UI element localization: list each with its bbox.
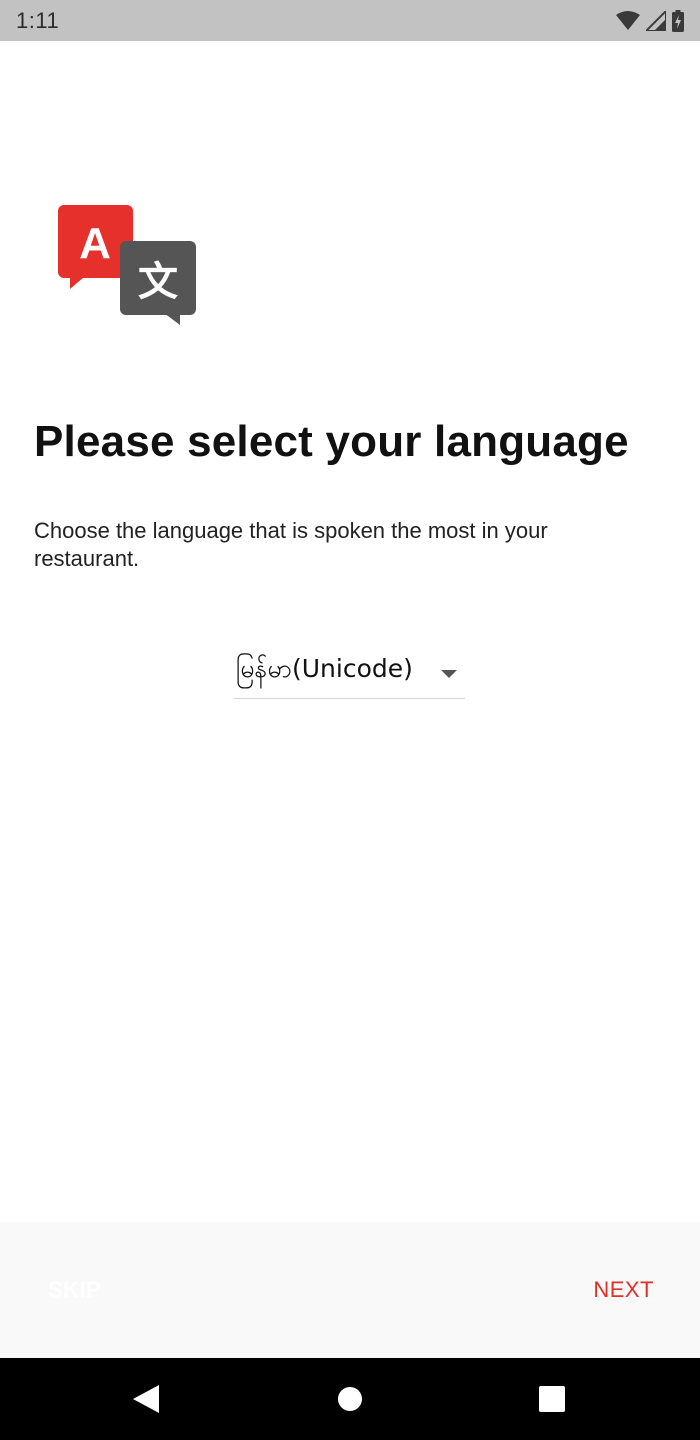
battery-icon <box>672 9 684 32</box>
wifi-icon <box>616 10 640 31</box>
language-dropdown-value: မြန်မာ(Unicode) <box>236 654 413 683</box>
signal-icon <box>646 10 666 31</box>
back-icon[interactable] <box>106 1358 186 1440</box>
home-icon[interactable] <box>310 1358 390 1440</box>
page-title: Please select your language <box>34 417 629 466</box>
skip-button[interactable]: SKIP <box>48 1277 101 1303</box>
page-subtitle: Choose the language that is spoken the m… <box>34 518 548 571</box>
dropdown-arrow-icon <box>441 669 457 678</box>
language-dropdown[interactable]: မြန်မာ(Unicode) <box>234 645 465 699</box>
next-button[interactable]: NEXT <box>593 1277 654 1303</box>
status-icons <box>616 9 684 32</box>
onboarding-footer: SKIP NEXT <box>0 1222 700 1358</box>
recent-apps-icon[interactable] <box>512 1358 592 1440</box>
language-select-screen: A 文 Please select your language Choose t… <box>0 41 700 1222</box>
status-time: 1:11 <box>16 7 60 33</box>
status-bar: 1:11 <box>0 0 700 41</box>
translate-icon-letter-cjk: 文 <box>138 259 178 305</box>
translate-icon-letter-a: A <box>79 219 111 268</box>
translate-icon: A 文 <box>56 203 198 327</box>
system-nav-bar <box>0 1358 700 1440</box>
